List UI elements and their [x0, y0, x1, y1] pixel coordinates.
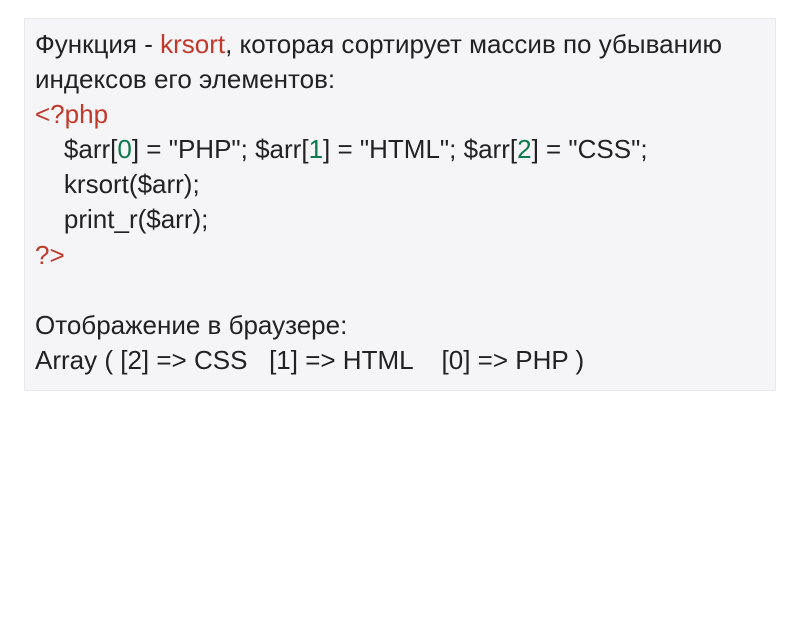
description-line: Функция - krsort, которая сортирует масс…	[35, 27, 765, 97]
desc-prefix: Функция -	[35, 29, 160, 59]
krsort-call: krsort($arr);	[35, 167, 765, 202]
value-1: "HTML"	[360, 134, 449, 164]
php-open-tag: <?php	[35, 97, 765, 132]
arr-var-0: $arr	[64, 134, 110, 164]
assign-line: $arr[0] = "PHP"; $arr[1] = "HTML"; $arr[…	[35, 132, 765, 167]
index-2: 2	[517, 134, 531, 164]
blank-line	[35, 273, 765, 308]
arr-var-1: $arr	[255, 134, 301, 164]
value-2: "CSS"	[568, 134, 640, 164]
desc-func-name: krsort	[160, 29, 225, 59]
output-label: Отображение в браузере:	[35, 308, 765, 343]
output-line: Array ( [2] => CSS [1] => HTML [0] => PH…	[35, 343, 765, 378]
arr-var-2: $arr	[464, 134, 510, 164]
indent	[35, 134, 64, 164]
code-example-block: Функция - krsort, которая сортирует масс…	[24, 18, 776, 391]
index-1: 1	[309, 134, 323, 164]
printr-call: print_r($arr);	[35, 202, 765, 237]
index-0: 0	[117, 134, 131, 164]
value-0: "PHP"	[169, 134, 241, 164]
php-close-tag: ?>	[35, 238, 765, 273]
